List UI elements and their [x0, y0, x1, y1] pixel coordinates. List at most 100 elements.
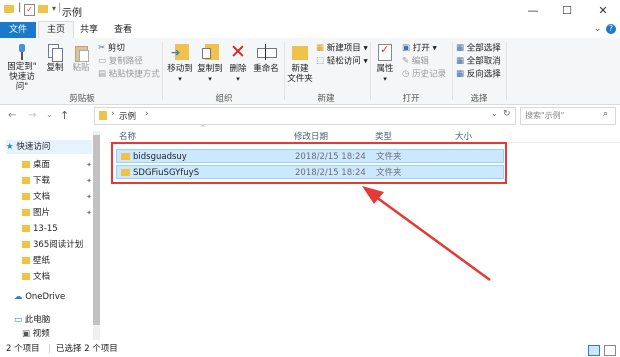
- tab-file[interactable]: 文件: [0, 22, 36, 38]
- paste-shortcut-label: 粘贴快捷方式: [108, 69, 160, 80]
- paste-shortcut-icon: ▤: [98, 69, 107, 79]
- history-button[interactable]: ◷ 历史记录: [402, 68, 446, 80]
- group-label-organize: 组织: [215, 94, 233, 104]
- large-icons-view-icon[interactable]: [604, 345, 616, 356]
- new-folder-icon: [292, 42, 308, 62]
- search-box[interactable]: 搜索"示例" ⌕: [520, 107, 616, 125]
- new-folder-button[interactable]: 新建 文件夹: [286, 42, 314, 84]
- status-bar: 2 个项目 | 已选择 2 个项目: [0, 342, 620, 357]
- column-header-size[interactable]: 大小: [455, 130, 472, 142]
- edit-icon: ✎: [402, 56, 410, 66]
- rename-button[interactable]: 重命名: [252, 42, 280, 74]
- invert-selection-button[interactable]: ▦ 反向选择: [456, 68, 501, 80]
- video-icon: ▣: [22, 329, 31, 339]
- forward-arrow-icon[interactable]: →: [28, 110, 36, 121]
- group-label-clipboard: 剪贴板: [69, 94, 95, 104]
- nav-item-quick-access[interactable]: ★ 快速访问: [6, 140, 92, 154]
- nav-item-quick-access-entry[interactable]: 13-15: [22, 222, 96, 236]
- breadcrumb-current[interactable]: 示例: [119, 110, 136, 122]
- breadcrumb-chevron-icon[interactable]: ›: [145, 109, 149, 119]
- group-label-select: 选择: [470, 94, 488, 104]
- refresh-icon[interactable]: ↻: [503, 109, 511, 119]
- folder-icon: [22, 193, 30, 200]
- nav-item-quick-access-entry[interactable]: 下载 ✦: [22, 174, 96, 188]
- new-item-button[interactable]: ▦ 新建项目 ▾: [316, 42, 368, 54]
- easy-access-label: 轻松访问: [326, 56, 361, 67]
- copy-path-icon: ▭: [98, 56, 107, 66]
- breadcrumb-chevron-icon: ›: [111, 109, 115, 119]
- nav-scrollbar[interactable]: [93, 131, 100, 340]
- annotation-highlight-box: [111, 142, 507, 184]
- group-separator: [162, 42, 163, 100]
- new-folder-quick-icon[interactable]: [38, 5, 48, 13]
- help-icon[interactable]: ?: [606, 24, 616, 34]
- open-label: 打开: [412, 43, 430, 54]
- group-label-open: 打开: [402, 94, 420, 104]
- nav-item-label: 桌面: [33, 160, 51, 170]
- folder-icon: [22, 209, 30, 216]
- properties-quick-icon[interactable]: ✓: [24, 4, 35, 16]
- cut-button[interactable]: ✂ 剪切: [98, 42, 125, 54]
- nav-item-quick-access-entry[interactable]: 图片 ✦: [22, 206, 96, 220]
- select-all-button[interactable]: ▦ 全部选择: [456, 42, 501, 54]
- column-header-modified[interactable]: 修改日期: [294, 130, 328, 142]
- properties-button[interactable]: ✓ 属性 ▾: [372, 42, 398, 84]
- search-input[interactable]: 搜索"示例": [525, 110, 564, 121]
- customize-toolbar-icon[interactable]: ▾: [52, 4, 56, 13]
- nav-item-label: 13-15: [33, 224, 58, 234]
- edit-button[interactable]: ✎ 编辑: [402, 55, 429, 67]
- up-arrow-icon[interactable]: ↑: [60, 109, 69, 122]
- column-header-type[interactable]: 类型: [375, 130, 392, 142]
- easy-access-button[interactable]: ⬚ 轻松访问 ▾: [316, 55, 368, 67]
- status-item-count: 2 个项目: [6, 344, 40, 354]
- nav-item-quick-access-entry[interactable]: 桌面 ✦: [22, 158, 96, 172]
- paste-shortcut-button[interactable]: ▤ 粘贴快捷方式: [98, 68, 160, 80]
- group-separator: [452, 42, 453, 100]
- annotation-arrow: [362, 186, 491, 282]
- expand-ribbon-icon[interactable]: ⌄: [594, 24, 602, 34]
- delete-button[interactable]: ✕ 删除 ▾: [228, 42, 248, 84]
- open-button[interactable]: ▣ 打开 ▾: [402, 42, 437, 54]
- folder-icon: [22, 161, 30, 168]
- nav-item-label: 文档: [33, 272, 51, 282]
- folder-icon: [4, 5, 14, 13]
- nav-item-videos[interactable]: ▣ 视频: [22, 327, 118, 341]
- paste-label: 粘贴: [72, 63, 90, 73]
- group-separator: [506, 42, 507, 100]
- back-arrow-icon[interactable]: ←: [8, 110, 16, 121]
- move-to-button[interactable]: ➔ 移动到 ▾: [166, 42, 194, 84]
- nav-item-quick-access-entry[interactable]: 文档 ✦: [22, 190, 96, 204]
- address-bar[interactable]: › 示例 › ⌄ ↻: [94, 107, 516, 125]
- nav-item-quick-access-entry[interactable]: 文档: [22, 270, 96, 284]
- copy-button[interactable]: 复制: [44, 44, 66, 73]
- minimize-button[interactable]: —: [516, 0, 550, 22]
- dropdown-arrow-icon: ▾: [178, 75, 182, 83]
- nav-item-quick-access-entry[interactable]: 壁纸: [22, 254, 96, 268]
- maximize-button[interactable]: ☐: [550, 0, 584, 22]
- nav-scrollbar-thumb[interactable]: [93, 135, 100, 325]
- tab-view[interactable]: 查看: [108, 22, 138, 38]
- pin-icon: ✦: [86, 209, 92, 217]
- pin-label-2: 快速访问": [9, 72, 35, 92]
- rename-label: 重命名: [253, 64, 279, 74]
- search-icon: ⌕: [603, 109, 609, 119]
- folder-icon: [99, 111, 107, 120]
- recent-locations-chevron-icon[interactable]: ⌄: [46, 110, 53, 119]
- annotation-arrow-line: [371, 192, 491, 282]
- close-button[interactable]: ✕: [586, 0, 620, 22]
- nav-item-quick-access-entry[interactable]: 365阅读计划: [22, 238, 96, 252]
- paste-icon: [74, 44, 89, 62]
- copy-path-button[interactable]: ▭ 复制路径: [98, 55, 143, 67]
- copy-to-button[interactable]: 复制到 ▾: [196, 42, 224, 84]
- pin-quick-access-button[interactable]: 固定到" 快速访问": [4, 44, 40, 92]
- column-header-name[interactable]: 名称: [119, 130, 136, 142]
- select-none-button[interactable]: ▦ 全部取消: [456, 55, 501, 67]
- invert-selection-label: 反向选择: [466, 69, 501, 80]
- nav-item-label: 下载: [33, 176, 51, 186]
- new-folder-label-2: 文件夹: [287, 74, 313, 84]
- details-view-icon[interactable]: [588, 345, 600, 356]
- cut-label: 剪切: [107, 43, 125, 54]
- address-dropdown-icon[interactable]: ⌄: [491, 109, 498, 118]
- paste-button[interactable]: 粘贴: [70, 44, 92, 73]
- tab-share[interactable]: 共享: [74, 22, 104, 38]
